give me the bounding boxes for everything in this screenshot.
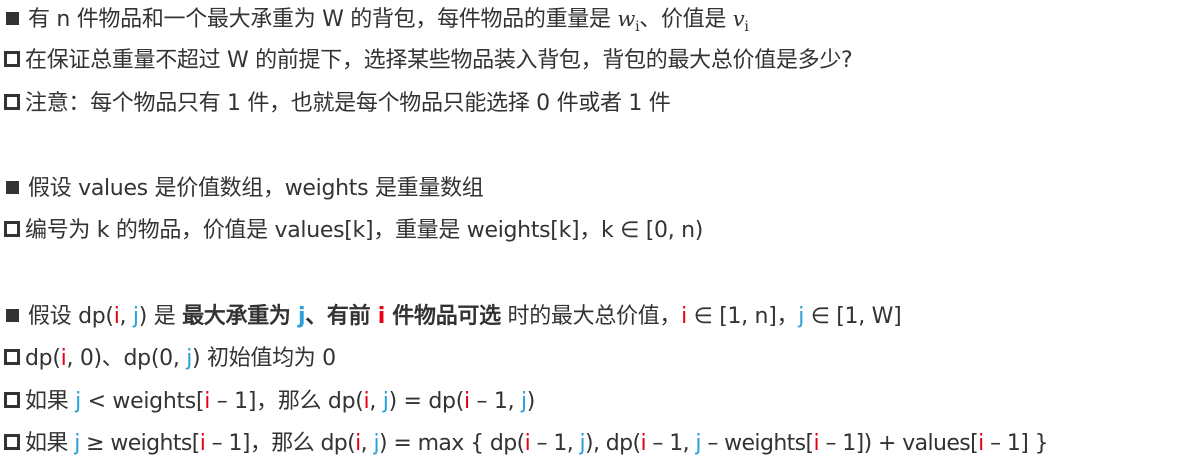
text: ) 是 bbox=[138, 304, 183, 329]
text: 假设 dp( bbox=[28, 304, 114, 329]
line-dp-init: dp(i, 0)、dp(0, j) 初始值均为 0 bbox=[4, 342, 336, 376]
text: , bbox=[369, 389, 383, 414]
filled-square-bullet-icon bbox=[6, 308, 19, 322]
line-goal: 在保证总重量不超过 W 的前提下，选择某些物品装入背包，背包的最大总价值是多少? bbox=[4, 44, 853, 78]
text: – 1]) + values[ bbox=[819, 431, 979, 456]
bold-text: 最大承重为 bbox=[182, 304, 298, 329]
text: ∈ [1, n]， bbox=[686, 304, 799, 329]
line-assume-arrays: 假设 values 是价值数组，weights 是重量数组 bbox=[4, 172, 484, 206]
line-problem-statement: 有 n 件物品和一个最大承重为 W 的背包，每件物品的重量是 wi、价值是 vi bbox=[4, 2, 749, 36]
text: 时的最大总价值， bbox=[500, 304, 682, 329]
text: , bbox=[119, 304, 133, 329]
text: ) = dp( bbox=[388, 389, 465, 414]
text: 编号为 k 的物品，价值是 values[k]，重量是 weights[k]，k… bbox=[25, 218, 704, 243]
text: 在保证总重量不超过 W 的前提下，选择某些物品装入背包，背包的最大总价值是多少? bbox=[25, 48, 853, 73]
text: 有 n 件物品和一个最大承重为 W 的背包，每件物品的重量是 bbox=[28, 7, 618, 32]
text: ), dp( bbox=[585, 431, 641, 456]
text: < weights[ bbox=[80, 389, 205, 414]
line-case-less: 如果 j < weights[i – 1]，那么 dp(i, j) = dp(i… bbox=[4, 385, 535, 419]
weight-symbol: wi bbox=[617, 7, 640, 36]
hollow-square-bullet-icon bbox=[4, 94, 20, 110]
text: 注意：每个物品只有 1 件，也就是每个物品只能选择 0 件或者 1 件 bbox=[25, 91, 671, 116]
hollow-square-bullet-icon bbox=[4, 434, 20, 450]
text: – 1]，那么 dp( bbox=[205, 431, 356, 456]
line-dp-definition: 假设 dp(i, j) 是 最大承重为 j、有前 i 件物品可选 时的最大总价值… bbox=[4, 300, 902, 334]
value-symbol: vi bbox=[732, 7, 749, 36]
filled-square-bullet-icon bbox=[6, 180, 19, 194]
text: – weights[ bbox=[700, 431, 814, 456]
text: 假设 values 是价值数组，weights 是重量数组 bbox=[28, 176, 484, 201]
text: ∈ [1, W] bbox=[804, 304, 902, 329]
line-item-index: 编号为 k 的物品，价值是 values[k]，重量是 weights[k]，k… bbox=[4, 214, 703, 248]
text: ) 初始值均为 0 bbox=[192, 346, 336, 371]
hollow-square-bullet-icon bbox=[4, 51, 20, 67]
bold-text: 件物品可选 bbox=[384, 304, 501, 329]
text: ) bbox=[526, 389, 536, 414]
line-case-greater: 如果 j ≥ weights[i – 1]，那么 dp(i, j) = max … bbox=[4, 427, 1049, 461]
text: 、价值是 bbox=[639, 7, 733, 32]
text: 如果 bbox=[25, 431, 75, 456]
text: – 1, bbox=[469, 389, 521, 414]
text: ) = max { dp( bbox=[378, 431, 525, 456]
hollow-square-bullet-icon bbox=[4, 221, 20, 237]
filled-square-bullet-icon bbox=[6, 11, 19, 25]
text: – 1] } bbox=[983, 431, 1049, 456]
var-i: i bbox=[377, 304, 386, 329]
hollow-square-bullet-icon bbox=[4, 349, 20, 365]
bold-text: 、有前 bbox=[305, 304, 378, 329]
hollow-square-bullet-icon bbox=[4, 392, 20, 408]
text: – 1, bbox=[646, 431, 696, 456]
text: 如果 bbox=[25, 389, 76, 414]
text: – 1, bbox=[530, 431, 580, 456]
text: dp( bbox=[25, 346, 61, 371]
text: , bbox=[360, 431, 374, 456]
text: ≥ weights[ bbox=[79, 431, 200, 456]
text: – 1]，那么 dp( bbox=[210, 389, 364, 414]
text: , 0)、dp(0, bbox=[66, 346, 187, 371]
line-note: 注意：每个物品只有 1 件，也就是每个物品只能选择 0 件或者 1 件 bbox=[4, 87, 671, 121]
slide: 有 n 件物品和一个最大承重为 W 的背包，每件物品的重量是 wi、价值是 vi… bbox=[0, 0, 1203, 470]
